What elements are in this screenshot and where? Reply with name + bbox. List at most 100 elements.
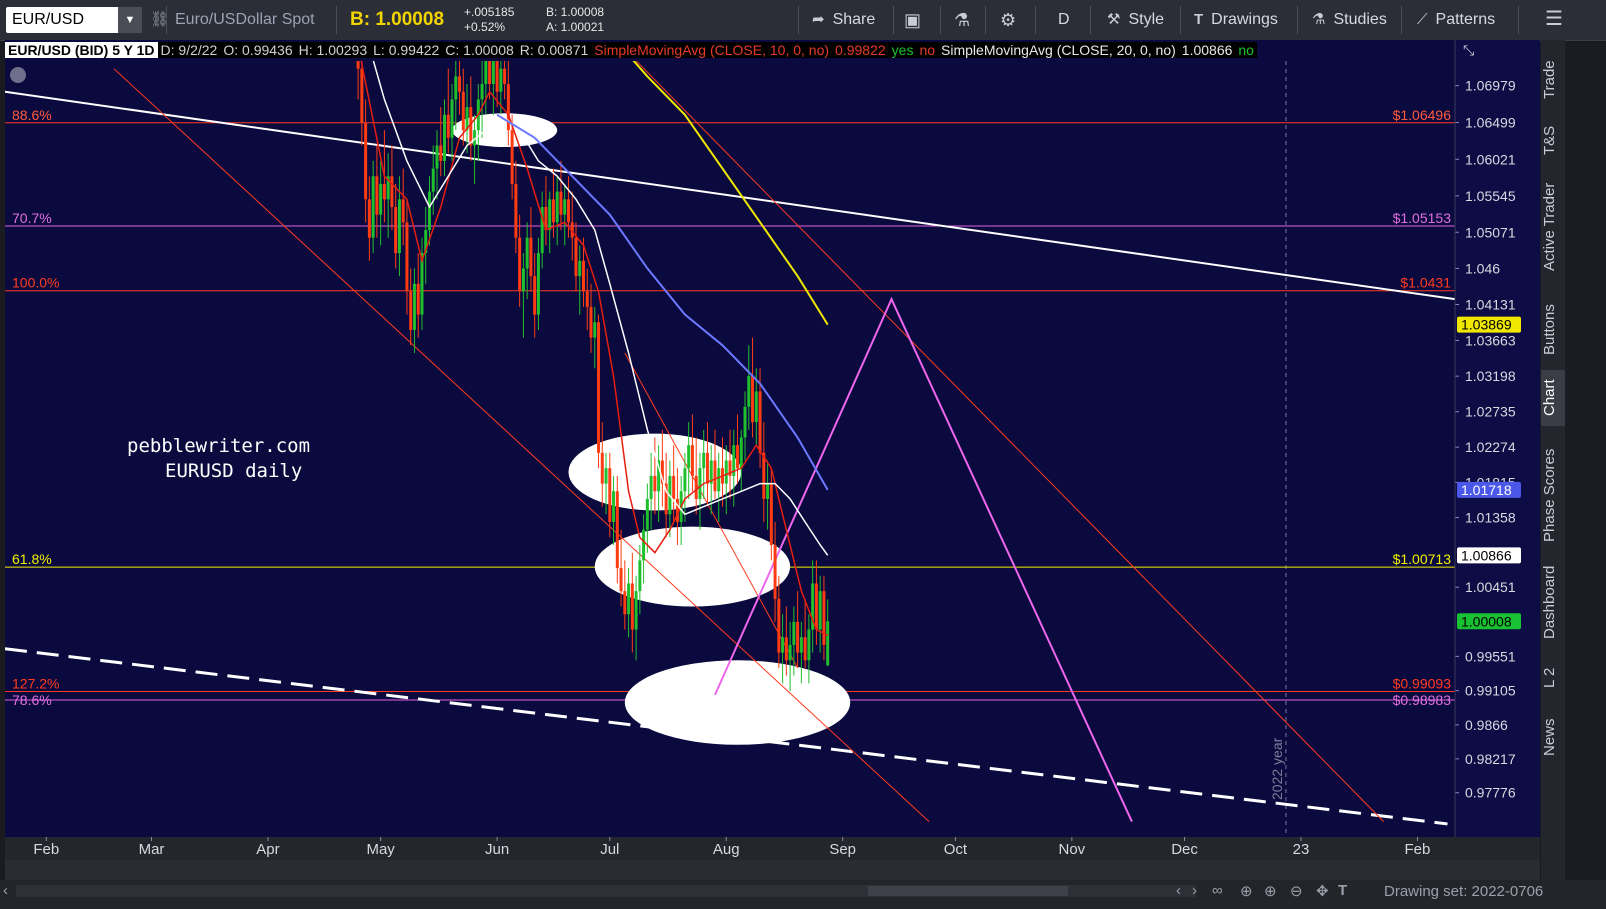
info-low: L: 0.99422 bbox=[370, 42, 443, 58]
x-tick-label: Mar bbox=[139, 841, 165, 858]
y-tick-label: 1.03198 bbox=[1465, 368, 1516, 384]
symbol-dropdown-button[interactable]: ▼ bbox=[118, 7, 142, 33]
info-no: no bbox=[916, 42, 939, 58]
zoom-in-icon[interactable]: ⊕ bbox=[1264, 882, 1277, 900]
y-tick-label: 0.99105 bbox=[1465, 683, 1516, 699]
candle-body bbox=[503, 68, 507, 85]
chart-area[interactable]: 2022 year 88.6% $1.06496 70.7% $1.05153 100.0… bbox=[5, 40, 1540, 880]
candle-body bbox=[807, 629, 811, 661]
y-tick-label: 0.98217 bbox=[1465, 751, 1516, 767]
x-tick-label: Feb bbox=[1405, 841, 1431, 858]
fib-price-label: $0.98983 bbox=[1393, 692, 1452, 708]
candle-body bbox=[694, 475, 698, 499]
info-date: D: 9/2/22 bbox=[157, 42, 221, 58]
candle-body bbox=[593, 322, 597, 338]
candle-body bbox=[397, 199, 401, 254]
candle-body bbox=[563, 199, 567, 215]
divider bbox=[1090, 6, 1091, 34]
candle-body bbox=[762, 452, 766, 499]
candle-body bbox=[743, 406, 747, 438]
tab-dashboard[interactable]: Dashboard bbox=[1541, 560, 1565, 645]
patterns-button[interactable]: ⟋ Patterns bbox=[1417, 0, 1495, 40]
candle-body bbox=[627, 583, 631, 615]
flask-icon[interactable]: ⚗ bbox=[954, 0, 970, 40]
candle-body bbox=[360, 68, 364, 123]
drawings-button[interactable]: T Drawings bbox=[1194, 0, 1278, 40]
zoom-out-icon[interactable]: ⊖ bbox=[1290, 882, 1303, 900]
period-button[interactable]: D bbox=[1058, 0, 1070, 40]
studies-label: Studies bbox=[1333, 11, 1387, 28]
tab-trade[interactable]: Trade bbox=[1541, 50, 1565, 110]
candle-body bbox=[739, 437, 743, 469]
candle-body bbox=[382, 183, 386, 200]
scroll-right-icon[interactable]: › bbox=[1192, 882, 1197, 899]
candle-body bbox=[690, 445, 694, 476]
candle-body bbox=[705, 452, 709, 484]
expand-icon[interactable]: ⤡ bbox=[1463, 42, 1474, 59]
scroll-left-small-icon[interactable]: ‹ bbox=[1176, 882, 1181, 899]
tab-level-2[interactable]: L 2 bbox=[1541, 655, 1565, 700]
candle-body bbox=[758, 391, 762, 453]
candle-body bbox=[536, 253, 540, 315]
candle-body bbox=[518, 237, 522, 292]
divider bbox=[940, 6, 941, 34]
candle-body bbox=[555, 191, 559, 223]
annotation-line-1: pebblewriter.com bbox=[127, 435, 310, 457]
candle-body bbox=[551, 199, 555, 223]
candle-body bbox=[751, 376, 755, 423]
tab-news[interactable]: News bbox=[1541, 712, 1565, 762]
pan-icon[interactable]: ✥ bbox=[1316, 882, 1329, 900]
candle-body bbox=[443, 114, 447, 161]
drawings-label: Drawings bbox=[1211, 11, 1278, 28]
fib-price-label: $0.99093 bbox=[1393, 676, 1452, 692]
fib-price-label: $1.0431 bbox=[1400, 275, 1451, 291]
drawings-icon: T bbox=[1194, 11, 1204, 28]
x-tick-label: Jun bbox=[485, 841, 509, 858]
studies-button[interactable]: ⚗ Studies bbox=[1312, 0, 1387, 40]
menu-icon[interactable]: ☰ bbox=[1545, 6, 1563, 31]
candle-body bbox=[826, 621, 830, 666]
candle-body bbox=[672, 475, 676, 499]
text-tool-icon[interactable]: T bbox=[1338, 882, 1347, 899]
tab-buttons[interactable]: Buttons bbox=[1541, 295, 1565, 365]
tab-active-trader[interactable]: Active Trader bbox=[1541, 172, 1565, 282]
screenshot-icon[interactable]: ▣ bbox=[904, 0, 921, 40]
sma20-label[interactable]: SimpleMovingAvg (CLOSE, 20, 0, no) bbox=[938, 42, 1179, 58]
share-button[interactable]: ➦ Share bbox=[812, 0, 875, 40]
scrollbar-thumb[interactable] bbox=[868, 886, 1068, 896]
candle-body bbox=[683, 468, 687, 492]
candle-body bbox=[409, 291, 413, 330]
candle-body bbox=[638, 560, 642, 592]
infinity-icon[interactable]: ∞ bbox=[1212, 882, 1223, 899]
candle-body bbox=[405, 222, 409, 292]
chart-symbol[interactable]: EUR/USD (BID) 5 Y 1D bbox=[5, 42, 158, 58]
divider bbox=[336, 6, 337, 34]
style-button[interactable]: ⚒ Style bbox=[1107, 0, 1164, 40]
candle-body bbox=[766, 483, 770, 499]
candle-body bbox=[529, 237, 533, 277]
right-sidebar: Trade T&S Active Trader Buttons Chart Ph… bbox=[1541, 40, 1565, 880]
fib-percent-label: 78.6% bbox=[12, 692, 52, 708]
divider bbox=[798, 6, 799, 34]
candle-body bbox=[364, 122, 368, 200]
candle-body bbox=[608, 468, 612, 522]
candle-body bbox=[525, 237, 529, 269]
fib-percent-label: 88.6% bbox=[12, 107, 52, 123]
candle-body bbox=[600, 452, 604, 484]
tab-phase-scores[interactable]: Phase Scores bbox=[1541, 440, 1565, 550]
price-chart[interactable]: 2022 year 88.6% $1.06496 70.7% $1.05153 100.0… bbox=[5, 40, 1540, 880]
sma10-label[interactable]: SimpleMovingAvg (CLOSE, 10, 0, no) bbox=[591, 42, 833, 58]
gear-icon[interactable]: ⚙ bbox=[1000, 0, 1016, 40]
y-tick-label: 1.046 bbox=[1465, 260, 1500, 276]
tab-chart[interactable]: Chart bbox=[1541, 370, 1565, 426]
info-yes: yes bbox=[888, 42, 917, 58]
candle-body bbox=[581, 260, 585, 292]
candle-body bbox=[781, 637, 785, 653]
candle-body bbox=[653, 475, 657, 492]
scroll-left-icon[interactable]: ‹ bbox=[3, 882, 8, 899]
candle-body bbox=[574, 237, 578, 277]
candle-body bbox=[619, 568, 623, 592]
crosshair-icon[interactable]: ⊕ bbox=[1240, 882, 1253, 900]
tab-time-and-sales[interactable]: T&S bbox=[1541, 120, 1565, 160]
candle-body bbox=[687, 445, 691, 469]
